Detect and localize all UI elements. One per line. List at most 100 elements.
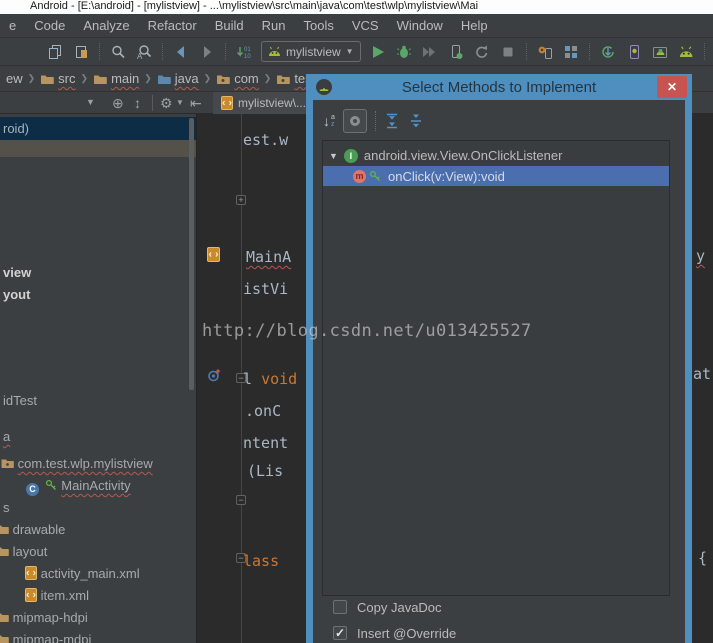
locate-icon[interactable]: ⊕ — [112, 96, 124, 110]
folder-icon — [41, 75, 54, 84]
replace-icon[interactable]: A — [131, 41, 157, 63]
gutter-override-icon[interactable] — [208, 369, 221, 382]
menu-item-refactor[interactable]: Refactor — [139, 14, 206, 38]
back-icon[interactable] — [168, 41, 194, 63]
scroll-from-source-icon[interactable]: ↕ — [134, 96, 141, 110]
project-row-highlight[interactable] — [0, 140, 196, 157]
code-fragment: at — [693, 365, 712, 383]
code-fragment: { — [698, 549, 708, 567]
stop-icon[interactable] — [495, 41, 521, 63]
methods-tree: ▼ I android.view.View.OnClickListener m … — [322, 140, 670, 596]
class-icon: C — [26, 483, 39, 496]
tree-expand-caret[interactable]: ▼ — [323, 151, 344, 161]
project-view-dropdown-caret[interactable]: ▼ — [86, 98, 95, 107]
menu-item-build[interactable]: Build — [206, 14, 253, 38]
menu-item-window[interactable]: Window — [388, 14, 452, 38]
menu-item-help[interactable]: Help — [452, 14, 497, 38]
xml-file-icon — [25, 566, 37, 580]
dialog-titlebar[interactable]: Select Methods to Implement — [306, 74, 692, 100]
menu-item-tools[interactable]: Tools — [294, 14, 342, 38]
debug-icon[interactable] — [391, 41, 417, 63]
collapse-all-icon[interactable] — [408, 113, 424, 129]
expand-all-icon[interactable] — [384, 113, 400, 129]
run-icon[interactable] — [365, 41, 391, 63]
project-row[interactable]: yout — [3, 286, 30, 303]
breadcrumb-src[interactable]: src — [38, 71, 77, 86]
project-row[interactable]: idTest — [3, 392, 37, 409]
package-icon — [217, 75, 231, 84]
show-classes-toggle[interactable] — [342, 109, 367, 133]
project-row[interactable]: a — [3, 428, 10, 445]
copy-icon[interactable] — [42, 41, 68, 63]
chevron-right-icon: ❯ — [263, 73, 272, 83]
breadcrumb[interactable]: ew — [4, 71, 25, 86]
breadcrumb-label: java — [174, 71, 199, 86]
project-row-activity-main[interactable]: activity_main.xml — [25, 565, 140, 582]
code-fragment: istVi — [243, 280, 289, 298]
project-row-package[interactable]: com.test.wlp.mylistview — [1, 455, 153, 472]
sync-project-icon[interactable] — [595, 41, 621, 63]
project-row-drawable[interactable]: drawable — [0, 521, 65, 538]
project-scrollbar[interactable] — [189, 118, 194, 390]
project-row-mipmap-mdpi[interactable]: mipmap-mdpi — [0, 631, 91, 643]
insert-override-checkbox[interactable]: ✓ — [333, 626, 347, 640]
menu-item-code[interactable]: Code — [25, 14, 74, 38]
project-row[interactable]: view — [3, 264, 31, 281]
project-row-layout[interactable]: layout — [0, 543, 47, 560]
breadcrumb-com[interactable]: com — [214, 71, 261, 86]
project-row-mipmap-hdpi[interactable]: mipmap-hdpi — [0, 609, 88, 626]
breadcrumb-main[interactable]: main — [91, 71, 141, 86]
fold-expand-icon[interactable]: + — [236, 195, 246, 205]
find-icon[interactable] — [105, 41, 131, 63]
android-icon[interactable] — [673, 41, 699, 63]
avd-manager-icon[interactable] — [532, 41, 558, 63]
collapse-sidebar-icon[interactable]: ⇤ — [190, 96, 202, 110]
window-titlebar[interactable]: Android - [E:\android] - [mylistview] - … — [0, 0, 713, 14]
sort-alphabetically-icon[interactable]: ↓ az — [323, 113, 335, 129]
help-icon[interactable]: ? — [710, 41, 713, 63]
tree-node-method-selected[interactable]: m onClick(v:View):void — [323, 166, 669, 186]
project-row[interactable]: s — [3, 499, 10, 516]
paste-icon[interactable] — [68, 41, 94, 63]
breadcrumb-java[interactable]: java — [155, 71, 201, 86]
tree-node-label: onClick(v:View):void — [388, 168, 505, 184]
folder-icon — [0, 525, 9, 534]
fold-collapse-icon[interactable]: − — [236, 495, 246, 505]
menu-item-analyze[interactable]: Analyze — [74, 14, 138, 38]
project-row-label: mipmap-mdpi — [12, 632, 92, 643]
compare-icon[interactable]: 01 10 — [231, 41, 257, 63]
project-row-label: com.test.wlp.mylistview — [17, 456, 153, 471]
copy-javadoc-checkbox[interactable] — [333, 600, 347, 614]
editor-tab[interactable]: mylistview\... — [213, 92, 315, 114]
sdk-manager-icon[interactable] — [558, 41, 584, 63]
code-fragment: est.w — [243, 131, 289, 149]
menu-item-run[interactable]: Run — [253, 14, 295, 38]
project-root-row-selected[interactable]: roid) — [0, 117, 196, 140]
forward-icon[interactable] — [194, 41, 220, 63]
tree-node-interface[interactable]: ▼ I android.view.View.OnClickListener — [323, 146, 669, 165]
chevron-down-icon: ▼ — [176, 98, 184, 107]
toolbar-separator — [99, 43, 100, 60]
menu-item-vcs[interactable]: VCS — [343, 14, 388, 38]
copy-javadoc-label: Copy JavaDoc — [357, 600, 442, 615]
folder-icon — [0, 547, 9, 556]
gutter-xml-file-icon[interactable] — [207, 247, 220, 262]
package-icon — [277, 75, 291, 84]
project-row-item-xml[interactable]: item.xml — [25, 587, 89, 604]
close-icon[interactable]: ✕ — [657, 76, 687, 98]
toolbar-separator — [703, 43, 705, 60]
virtual-device-icon[interactable] — [647, 41, 673, 63]
folder-icon — [0, 613, 9, 622]
chevron-right-icon: ❯ — [203, 73, 212, 83]
toolbar-separator — [162, 43, 163, 60]
gear-icon[interactable]: ⚙ — [160, 96, 173, 110]
run-configuration-select[interactable]: mylistview ▼ — [261, 41, 361, 62]
run-with-coverage-icon[interactable] — [417, 41, 443, 63]
attach-debugger-icon[interactable] — [443, 41, 469, 63]
select-methods-dialog: Select Methods to Implement ✕ ↓ az ▼ I a… — [306, 74, 692, 643]
menu-item-partial[interactable]: e — [0, 14, 25, 38]
device-monitor-icon[interactable] — [621, 41, 647, 63]
rerun-icon[interactable] — [469, 41, 495, 63]
tree-node-label: android.view.View.OnClickListener — [363, 148, 563, 163]
project-row-mainactivity[interactable]: C MainActivity — [26, 477, 131, 496]
